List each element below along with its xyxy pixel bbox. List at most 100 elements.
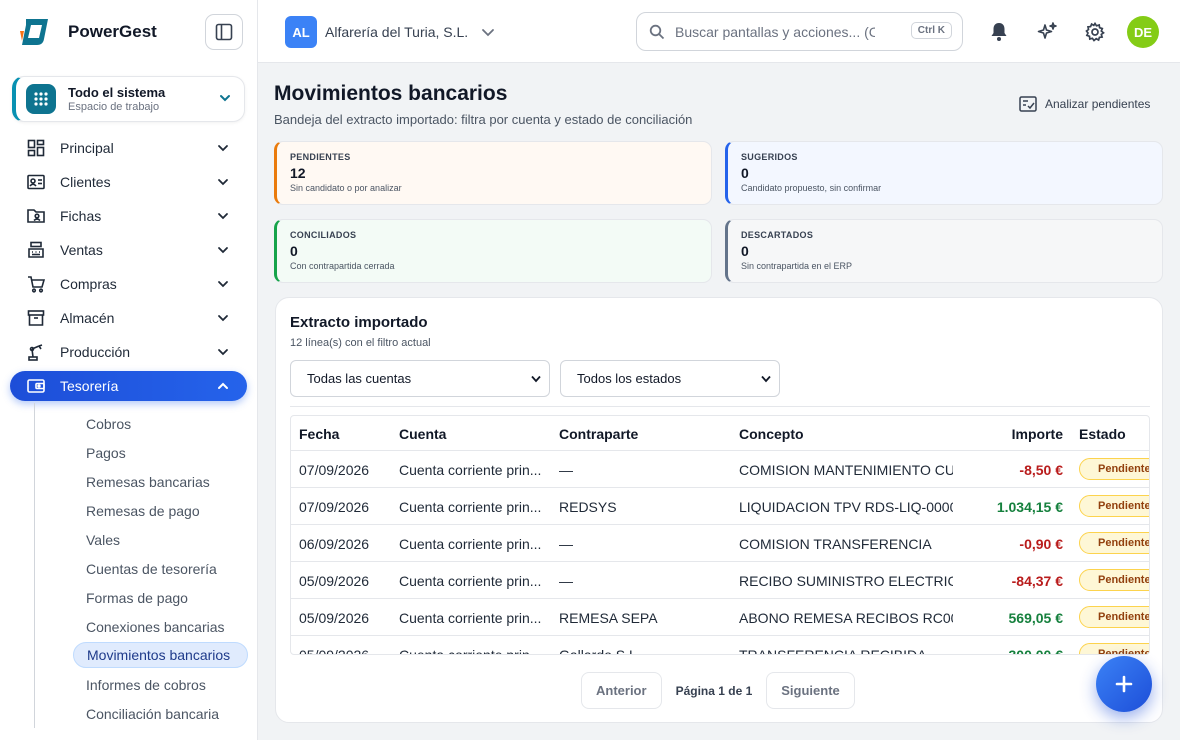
chevron-down-icon [482, 29, 495, 37]
column-header-contraparte[interactable]: Contraparte [559, 426, 638, 442]
user-avatar[interactable]: DE [1127, 16, 1159, 48]
cell-fecha: 05/09/2026 [299, 647, 370, 655]
table-row[interactable]: 06/09/2026 Cuenta corriente prin... — CO… [291, 525, 1149, 562]
workspace-selector[interactable]: Todo el sistema Espacio de trabajo [12, 76, 245, 122]
column-header-importe[interactable]: Importe [953, 426, 1063, 442]
nav-label: Compras [60, 276, 117, 292]
chevron-down-icon [218, 179, 228, 186]
subnav-item-vales[interactable]: Vales [35, 525, 258, 554]
extract-table: Fecha Cuenta Contraparte Concepto Import… [290, 415, 1150, 655]
status-filter-value: Todos los estados [577, 371, 682, 386]
table-row[interactable]: 07/09/2026 Cuenta corriente prin... — CO… [291, 451, 1149, 488]
search-shortcut-badge: Ctrl K [910, 22, 952, 39]
subnav-item-cobros[interactable]: Cobros [35, 409, 258, 438]
subnav-item-conciliacion-bancaria[interactable]: Conciliación bancaria [35, 699, 258, 728]
status-badge: Pendiente [1079, 458, 1149, 480]
cell-importe: 569,05 € [1008, 610, 1064, 626]
column-header-concepto[interactable]: Concepto [739, 426, 804, 442]
brand[interactable]: PowerGest [18, 14, 157, 50]
column-header-estado[interactable]: Estado [1079, 426, 1126, 442]
account-filter-value: Todas las cuentas [307, 371, 412, 386]
cell-importe: -84,37 € [1011, 573, 1063, 589]
nav-label: Principal [60, 140, 114, 156]
column-header-fecha[interactable]: Fecha [299, 426, 339, 442]
sparkles-icon [1037, 22, 1057, 39]
chevron-down-icon [761, 375, 771, 383]
nav-item-principal[interactable]: Principal [0, 131, 258, 165]
column-header-cuenta[interactable]: Cuenta [399, 426, 446, 442]
company-selector[interactable]: AL Alfarería del Turia, S.L. [285, 16, 496, 48]
table-header: Fecha Cuenta Contraparte Concepto Import… [291, 416, 1149, 451]
nav-item-ventas[interactable]: Ventas [0, 233, 258, 267]
nav-item-almacen[interactable]: Almacén [0, 301, 258, 335]
nav-item-compras[interactable]: Compras [0, 267, 258, 301]
page-title: Movimientos bancarios [274, 82, 508, 105]
company-badge: AL [285, 16, 317, 48]
extract-title: Extracto importado [290, 314, 428, 331]
nav-label: Ventas [60, 242, 103, 258]
stat-description: Candidato propuesto, sin confirmar [741, 183, 882, 193]
search-input[interactable] [675, 23, 875, 40]
subnav-item-conexiones-bancarias[interactable]: Conexiones bancarias [35, 612, 258, 641]
nav-label: Tesorería [60, 378, 119, 394]
status-badge: Pendiente [1079, 532, 1149, 554]
subnav-item-pagos[interactable]: Pagos [35, 438, 258, 467]
gear-icon [1085, 22, 1105, 42]
nav-item-tesoreria[interactable]: Tesorería [10, 371, 247, 401]
previous-page-button[interactable]: Anterior [581, 672, 662, 709]
cash-register-icon [26, 240, 46, 260]
subnav-item-cuentas-tesoreria[interactable]: Cuentas de tesorería [35, 554, 258, 583]
cell-fecha: 05/09/2026 [299, 610, 370, 626]
ai-assistant-button[interactable] [1035, 20, 1059, 44]
settings-button[interactable] [1083, 20, 1107, 44]
nav-item-fichas[interactable]: Fichas [0, 199, 258, 233]
stat-card-conciliados[interactable]: CONCILIADOS 0 Con contrapartida cerrada [274, 219, 712, 283]
subnav-item-remesas-de-pago[interactable]: Remesas de pago [35, 496, 258, 525]
stat-card-pendientes[interactable]: PENDIENTES 12 Sin candidato o por analiz… [274, 141, 712, 205]
subnav-item-informes-cobros[interactable]: Informes de cobros [35, 670, 258, 699]
table-row[interactable]: 05/09/2026 Cuenta corriente prin... REME… [291, 599, 1149, 636]
nav-item-produccion[interactable]: Producción [0, 335, 258, 369]
stat-value: 0 [290, 243, 298, 259]
workspace-subtitle: Espacio de trabajo [68, 101, 160, 113]
stat-label: CONCILIADOS [290, 230, 357, 240]
notifications-button[interactable] [987, 20, 1011, 44]
chevron-down-icon [218, 315, 228, 322]
stat-card-descartados[interactable]: DESCARTADOS 0 Sin contrapartida en el ER… [725, 219, 1163, 283]
sidebar-toggle-button[interactable] [205, 14, 243, 50]
subnav-item-formas-de-pago[interactable]: Formas de pago [35, 583, 258, 612]
cell-fecha: 06/09/2026 [299, 536, 370, 552]
account-filter-select[interactable]: Todas las cuentas [290, 360, 550, 397]
cell-cuenta: Cuenta corriente prin... [399, 573, 542, 589]
cell-concepto: LIQUIDACION TPV RDS-LIQ-00000 [739, 499, 953, 515]
next-page-button[interactable]: Siguiente [766, 672, 855, 709]
cart-icon [26, 274, 46, 294]
chevron-down-icon [218, 213, 228, 220]
folder-person-icon [26, 206, 46, 226]
cell-importe: -0,90 € [1019, 536, 1063, 552]
cell-contraparte: — [559, 462, 573, 478]
cell-concepto: COMISION TRANSFERENCIA [739, 536, 932, 552]
checklist-icon [1019, 96, 1037, 112]
cell-concepto: ABONO REMESA RECIBOS RC0000 [739, 610, 953, 626]
stat-description: Con contrapartida cerrada [290, 261, 395, 271]
subnav-item-remesas-bancarias[interactable]: Remesas bancarias [35, 467, 258, 496]
nav-label: Producción [60, 344, 131, 360]
search-box[interactable]: Ctrl K [636, 12, 963, 51]
sidebar-panel-icon [215, 23, 233, 41]
subnav-item-movimientos-bancarios[interactable]: Movimientos bancarios [73, 642, 248, 668]
nav-label: Almacén [60, 310, 115, 326]
extract-subtitle: 12 línea(s) con el filtro actual [290, 337, 431, 349]
cell-importe: 1.034,15 € [996, 499, 1063, 515]
analyze-pending-button[interactable]: Analizar pendientes [1019, 96, 1150, 112]
table-row[interactable]: 07/09/2026 Cuenta corriente prin... REDS… [291, 488, 1149, 525]
add-button[interactable] [1096, 656, 1152, 712]
status-badge: Pendiente [1079, 606, 1149, 628]
pagination: Anterior Página 1 de 1 Siguiente [581, 672, 855, 709]
table-row[interactable]: 05/09/2026 Cuenta corriente prin... Gall… [291, 636, 1149, 655]
status-filter-select[interactable]: Todos los estados [560, 360, 780, 397]
nav-item-clientes[interactable]: Clientes [0, 165, 258, 199]
stat-card-sugeridos[interactable]: SUGERIDOS 0 Candidato propuesto, sin con… [725, 141, 1163, 205]
table-row[interactable]: 05/09/2026 Cuenta corriente prin... — RE… [291, 562, 1149, 599]
stat-value: 0 [741, 165, 749, 181]
